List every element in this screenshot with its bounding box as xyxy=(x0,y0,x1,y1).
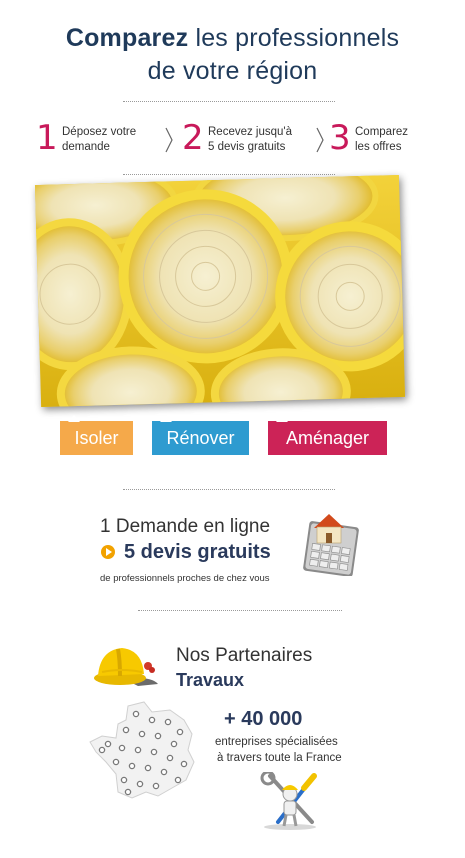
step-text: Recevez jusqu'à 5 devis gratuits xyxy=(208,125,292,155)
step-text-line2: 5 devis gratuits xyxy=(208,141,286,153)
tag-amenager[interactable]: Aménager xyxy=(268,415,387,455)
title-line-2: de votre région xyxy=(147,57,318,85)
step-text-line1: Comparez xyxy=(355,126,409,138)
page-title: Comparez les professionnels de votre rég… xyxy=(0,22,465,88)
steps-row: 1 Déposez votre demande 2 Recevez jusqu'… xyxy=(36,118,439,158)
partners-count: + 40 000 xyxy=(224,708,303,730)
step-number: 3 xyxy=(329,118,351,158)
play-bullet-icon xyxy=(101,545,115,559)
worker-with-tools-icon xyxy=(260,772,317,830)
tag-renover[interactable]: Rénover xyxy=(152,415,249,455)
partners-desc-line1: entreprises spécialisées xyxy=(215,736,338,748)
title-line-1: Comparez les professionnels xyxy=(0,22,465,55)
step-number: 2 xyxy=(182,118,204,158)
insulation-rolls-photo xyxy=(34,174,406,408)
partners-travaux: Travaux xyxy=(176,670,245,690)
step-number: 1 xyxy=(36,118,58,158)
chevron-right-icon xyxy=(165,127,173,153)
partners-heading: Nos Partenaires xyxy=(176,645,313,666)
insulation-rolls-illustration xyxy=(34,174,406,408)
step-text-line1: Déposez votre xyxy=(62,126,137,138)
tag-label: Isoler xyxy=(74,428,119,448)
tag-label: Rénover xyxy=(166,428,235,448)
step-3: 3 Comparez les offres xyxy=(329,118,439,158)
step-text: Déposez votre demande xyxy=(62,125,136,155)
tag-isoler[interactable]: Isoler xyxy=(60,415,133,455)
title-bold: Comparez xyxy=(65,24,189,52)
divider xyxy=(123,101,335,102)
chevron-right-icon xyxy=(316,127,324,153)
divider xyxy=(123,489,335,490)
house-calculator-icon xyxy=(303,514,359,576)
divider xyxy=(123,174,335,175)
step-text-line2: les offres xyxy=(355,141,402,153)
title-rest: les professionnels xyxy=(195,24,400,52)
step-text: Comparez les offres xyxy=(355,125,408,155)
free-quotes-text: 5 devis gratuits xyxy=(124,541,271,563)
hard-hat-icon xyxy=(94,648,158,686)
france-map-icon xyxy=(89,701,195,799)
partners-desc-line2: à travers toute la France xyxy=(217,752,342,764)
divider xyxy=(138,610,342,611)
step-2: 2 Recevez jusqu'à 5 devis gratuits xyxy=(182,118,332,158)
tag-label: Aménager xyxy=(285,428,370,448)
demand-heading: 1 Demande en ligne xyxy=(100,516,271,537)
demand-subtext: de professionnels proches de chez vous xyxy=(100,573,270,584)
step-text-line2: demande xyxy=(62,141,110,153)
step-1: 1 Déposez votre demande xyxy=(36,118,176,158)
step-text-line1: Recevez jusqu'à xyxy=(208,126,293,138)
